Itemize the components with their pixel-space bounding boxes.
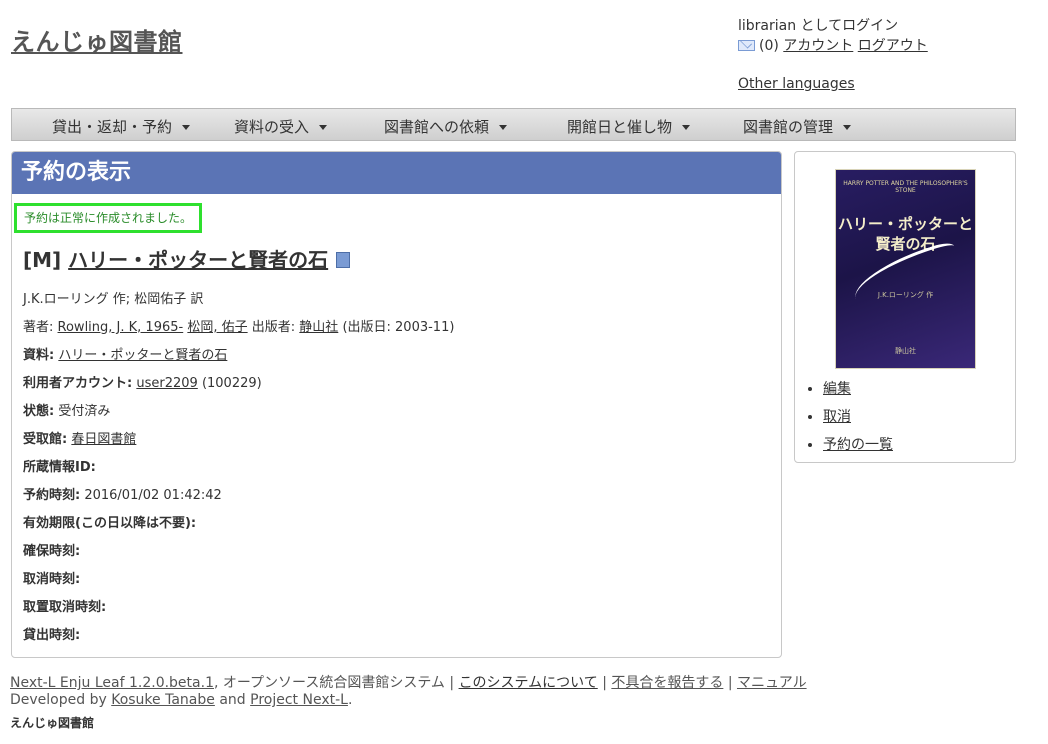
retained-label: 確保時刻: bbox=[23, 544, 81, 559]
cover-publisher: 静山社 bbox=[895, 347, 916, 355]
user-number: (100229) bbox=[201, 376, 262, 391]
account-link[interactable]: アカウント bbox=[783, 38, 853, 54]
side-actions: 編集 取消 予約の一覧 bbox=[805, 378, 893, 462]
expire-label: 有効期限(この日以降は不要): bbox=[23, 516, 197, 531]
caret-down-icon bbox=[682, 125, 691, 130]
nav-circulation[interactable]: 貸出・返却・予約 bbox=[52, 116, 191, 137]
cancel-link[interactable]: 取消 bbox=[823, 409, 851, 425]
side-action-item: 予約の一覧 bbox=[823, 434, 893, 462]
creators-statement: J.K.ローリング 作; 松岡佑子 訳 bbox=[23, 292, 204, 307]
logout-link[interactable]: ログアウト bbox=[858, 38, 928, 54]
nav-acquisition-label: 資料の受入 bbox=[234, 118, 310, 136]
nav-management-label: 図書館の管理 bbox=[743, 118, 834, 136]
side-action-item: 取消 bbox=[823, 406, 893, 434]
book-icon bbox=[336, 252, 351, 268]
caret-down-icon bbox=[319, 125, 328, 130]
item-title: [M] ハリー・ポッターと賢者の石 bbox=[23, 244, 351, 273]
cover-title-line1: ハリー・ポッターと bbox=[837, 215, 973, 233]
item-id-label: 所蔵情報ID: bbox=[23, 460, 96, 475]
caret-down-icon bbox=[182, 125, 191, 130]
page-title: 予約の表示 bbox=[12, 152, 781, 194]
mail-count: (0) bbox=[759, 38, 779, 54]
pub-date: (出版日: 2003-11) bbox=[342, 320, 455, 335]
nav-requests-label: 図書館への依頼 bbox=[384, 118, 490, 136]
footer-separator: | bbox=[727, 675, 733, 691]
author-link-2[interactable]: 松岡, 佑子 bbox=[187, 320, 247, 335]
main-navbar: 貸出・返却・予約 資料の受入 図書館への依頼 開館日と催し物 図書館の管理 bbox=[11, 108, 1016, 141]
footer-line-1: Next-L Enju Leaf 1.2.0.beta.1, オープンソース統合… bbox=[10, 672, 807, 692]
checked-out-label: 貸出時刻: bbox=[23, 628, 81, 643]
user-row: 利用者アカウント: user2209 (100229) bbox=[23, 372, 262, 391]
nav-management[interactable]: 図書館の管理 bbox=[743, 116, 852, 137]
resource-row: 資料: ハリー・ポッターと賢者の石 bbox=[23, 344, 227, 363]
reserved-at-label: 予約時刻: bbox=[23, 488, 81, 503]
enju-description: , オープンソース統合図書館システム bbox=[213, 675, 445, 691]
manual-link[interactable]: マニュアル bbox=[737, 675, 807, 691]
cover-author: J.K.ローリング 作 bbox=[877, 291, 934, 299]
nav-circulation-label: 貸出・返却・予約 bbox=[52, 118, 173, 136]
book-cover-image[interactable]: HARRY POTTER AND THE PHILOSOPHER'S STONE… bbox=[835, 169, 976, 369]
nav-requests[interactable]: 図書館への依頼 bbox=[384, 116, 508, 137]
about-link[interactable]: このシステムについて bbox=[459, 675, 598, 691]
project-link[interactable]: Project Next-L bbox=[250, 692, 348, 708]
item-id-row: 所蔵情報ID: bbox=[23, 456, 96, 475]
caret-down-icon bbox=[843, 125, 852, 130]
footer-separator: | bbox=[449, 675, 455, 691]
postponed-label: 取置取消時刻: bbox=[23, 600, 107, 615]
footer-separator: | bbox=[602, 675, 607, 691]
report-bug-link[interactable]: 不具合を報告する bbox=[611, 675, 723, 691]
success-notice: 予約は正常に作成されました。 bbox=[14, 203, 203, 233]
period: . bbox=[347, 692, 353, 708]
postponed-row: 取置取消時刻: bbox=[23, 596, 106, 615]
item-title-link[interactable]: ハリー・ポッターと賢者の石 bbox=[68, 248, 328, 272]
pickup-library-link[interactable]: 春日図書館 bbox=[71, 432, 136, 447]
user-link[interactable]: user2209 bbox=[136, 376, 197, 391]
side-panel: HARRY POTTER AND THE PHILOSOPHER'S STONE… bbox=[794, 151, 1016, 463]
cover-top-text: HARRY POTTER AND THE PHILOSOPHER'S STONE bbox=[843, 180, 968, 194]
author-link-1[interactable]: Rowling, J. K, 1965- bbox=[58, 320, 184, 335]
developed-by-label: Developed by bbox=[10, 692, 107, 708]
state-value: 受付済み bbox=[58, 404, 111, 419]
canceled-label: 取消時刻: bbox=[23, 572, 81, 587]
state-label: 状態: bbox=[23, 404, 55, 419]
side-action-item: 編集 bbox=[823, 378, 893, 406]
canceled-row: 取消時刻: bbox=[23, 568, 80, 587]
publisher-label: 出版者: bbox=[251, 320, 296, 335]
other-languages-link[interactable]: Other languages bbox=[738, 76, 855, 92]
caret-down-icon bbox=[499, 125, 508, 130]
reserved-at-value: 2016/01/02 01:42:42 bbox=[84, 488, 222, 503]
expire-row: 有効期限(この日以降は不要): bbox=[23, 512, 196, 531]
authors-label: 著者: bbox=[23, 320, 54, 335]
user-label: 利用者アカウント: bbox=[23, 376, 133, 391]
resource-link[interactable]: ハリー・ポッターと賢者の石 bbox=[58, 348, 227, 363]
footer-line-2: Developed by Kosuke Tanabe and Project N… bbox=[10, 692, 352, 708]
state-row: 状態: 受付済み bbox=[23, 400, 110, 419]
login-status: librarian としてログイン bbox=[738, 18, 899, 34]
and-label: and bbox=[219, 692, 246, 708]
carrier-type-badge: [M] bbox=[23, 248, 62, 272]
nav-events[interactable]: 開館日と催し物 bbox=[567, 116, 691, 137]
reservation-list-link[interactable]: 予約の一覧 bbox=[823, 437, 893, 453]
developer-link[interactable]: Kosuke Tanabe bbox=[111, 692, 215, 708]
pickup-row: 受取館: 春日図書館 bbox=[23, 428, 136, 447]
retained-row: 確保時刻: bbox=[23, 540, 80, 559]
site-title-link[interactable]: えんじゅ図書館 bbox=[11, 22, 183, 57]
publisher-link[interactable]: 静山社 bbox=[299, 320, 338, 335]
reservation-panel: 予約の表示 予約は正常に作成されました。 [M] ハリー・ポッターと賢者の石 J… bbox=[11, 151, 782, 658]
nav-events-label: 開館日と催し物 bbox=[567, 118, 673, 136]
pickup-label: 受取館: bbox=[23, 432, 68, 447]
nav-acquisition[interactable]: 資料の受入 bbox=[234, 116, 328, 137]
enju-version-link[interactable]: Next-L Enju Leaf 1.2.0.beta.1 bbox=[10, 675, 214, 691]
authors-row: 著者: Rowling, J. K, 1965- 松岡, 佑子 出版者: 静山社… bbox=[23, 316, 454, 335]
reserved-at-row: 予約時刻: 2016/01/02 01:42:42 bbox=[23, 484, 222, 503]
mail-icon[interactable] bbox=[738, 40, 755, 51]
login-box: librarian としてログイン (0) アカウント ログアウト bbox=[738, 16, 928, 56]
checked-out-row: 貸出時刻: bbox=[23, 624, 80, 643]
edit-link[interactable]: 編集 bbox=[823, 381, 851, 397]
footer-brand: えんじゅ図書館 bbox=[10, 716, 95, 730]
resource-label: 資料: bbox=[23, 348, 55, 363]
